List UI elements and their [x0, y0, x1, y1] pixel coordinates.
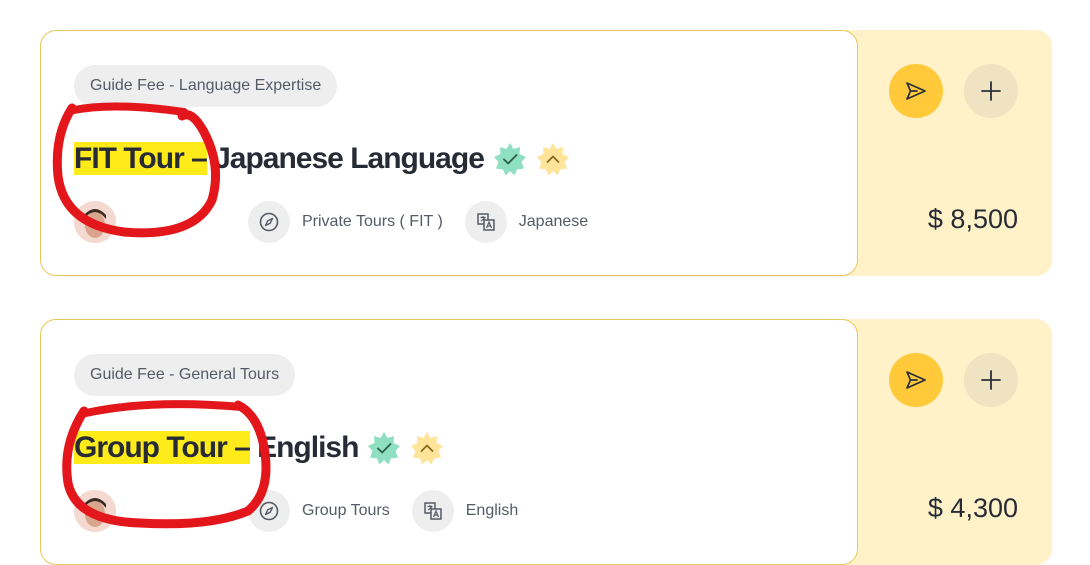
tour-type-meta: Private Tours ( FIT )	[248, 201, 443, 243]
tour-meta-row: Private Tours ( FIT ) Japanese	[248, 201, 610, 243]
verified-check-icon	[493, 142, 527, 176]
avatar[interactable]	[74, 201, 116, 243]
tour-card[interactable]: Guide Fee - General Tours Group Tour – E…	[40, 319, 1052, 565]
avatar[interactable]	[74, 490, 116, 532]
tour-title[interactable]: Group Tour – English	[74, 431, 359, 465]
tour-price: $ 8,500	[927, 204, 1018, 234]
language-label: English	[465, 502, 519, 519]
tour-type-label: Group Tours	[302, 502, 390, 519]
tour-type-meta: Group Tours	[248, 490, 390, 532]
tour-card[interactable]: Guide Fee - Language Expertise FIT Tour …	[40, 30, 1052, 276]
plus-icon	[981, 81, 1001, 101]
tour-card-body[interactable]: Guide Fee - Language Expertise FIT Tour …	[40, 30, 858, 276]
tour-title[interactable]: FIT Tour – Japanese Language	[74, 142, 485, 176]
chevron-up-badge-icon	[536, 142, 570, 176]
category-chip: Guide Fee - Language Expertise	[74, 65, 338, 107]
add-button[interactable]	[964, 64, 1018, 118]
tour-title-row: Group Tour – English	[74, 428, 444, 468]
tour-meta-row: Group Tours English	[248, 490, 540, 532]
language-meta: Japanese	[464, 201, 589, 243]
add-button[interactable]	[964, 353, 1018, 407]
verified-check-icon	[367, 431, 401, 465]
language-label: Japanese	[518, 213, 589, 230]
tour-price: $ 4,300	[927, 493, 1018, 523]
compass-icon	[248, 201, 290, 243]
tour-title-row: FIT Tour – Japanese Language	[74, 139, 570, 179]
send-button[interactable]	[889, 353, 943, 407]
card-action-panel	[830, 30, 1052, 276]
category-chip: Guide Fee - General Tours	[74, 354, 296, 396]
tour-title-rest: English	[249, 431, 359, 464]
translate-icon	[411, 490, 454, 532]
tour-title-rest: Japanese Language	[206, 142, 485, 175]
tour-title-highlight: FIT Tour –	[74, 142, 208, 175]
language-meta: English	[411, 490, 519, 532]
tour-title-highlight: Group Tour –	[74, 431, 251, 464]
send-icon	[906, 371, 926, 389]
compass-icon	[248, 490, 290, 532]
chevron-up-badge-icon	[410, 431, 444, 465]
translate-icon	[464, 201, 507, 243]
send-button[interactable]	[889, 64, 943, 118]
plus-icon	[981, 370, 1001, 390]
tour-card-body[interactable]: Guide Fee - General Tours Group Tour – E…	[40, 319, 858, 565]
send-icon	[906, 82, 926, 100]
tour-type-label: Private Tours ( FIT )	[302, 213, 443, 230]
card-action-panel	[830, 319, 1052, 565]
